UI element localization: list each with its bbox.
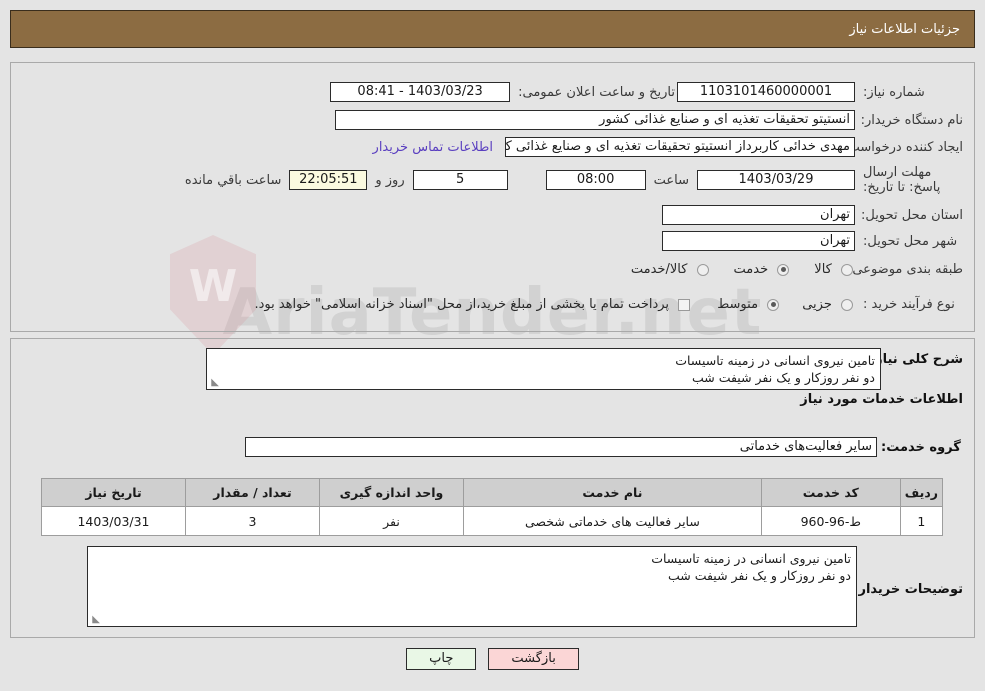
button-bar: بازگشت چاپ — [0, 648, 985, 670]
back-button[interactable]: بازگشت — [488, 648, 579, 670]
services-panel — [10, 338, 975, 638]
page-title: جزئیات اطلاعات نیاز — [849, 21, 960, 37]
print-button[interactable]: چاپ — [406, 648, 477, 670]
page-header: جزئیات اطلاعات نیاز — [10, 10, 975, 48]
need-info-panel — [10, 62, 975, 332]
